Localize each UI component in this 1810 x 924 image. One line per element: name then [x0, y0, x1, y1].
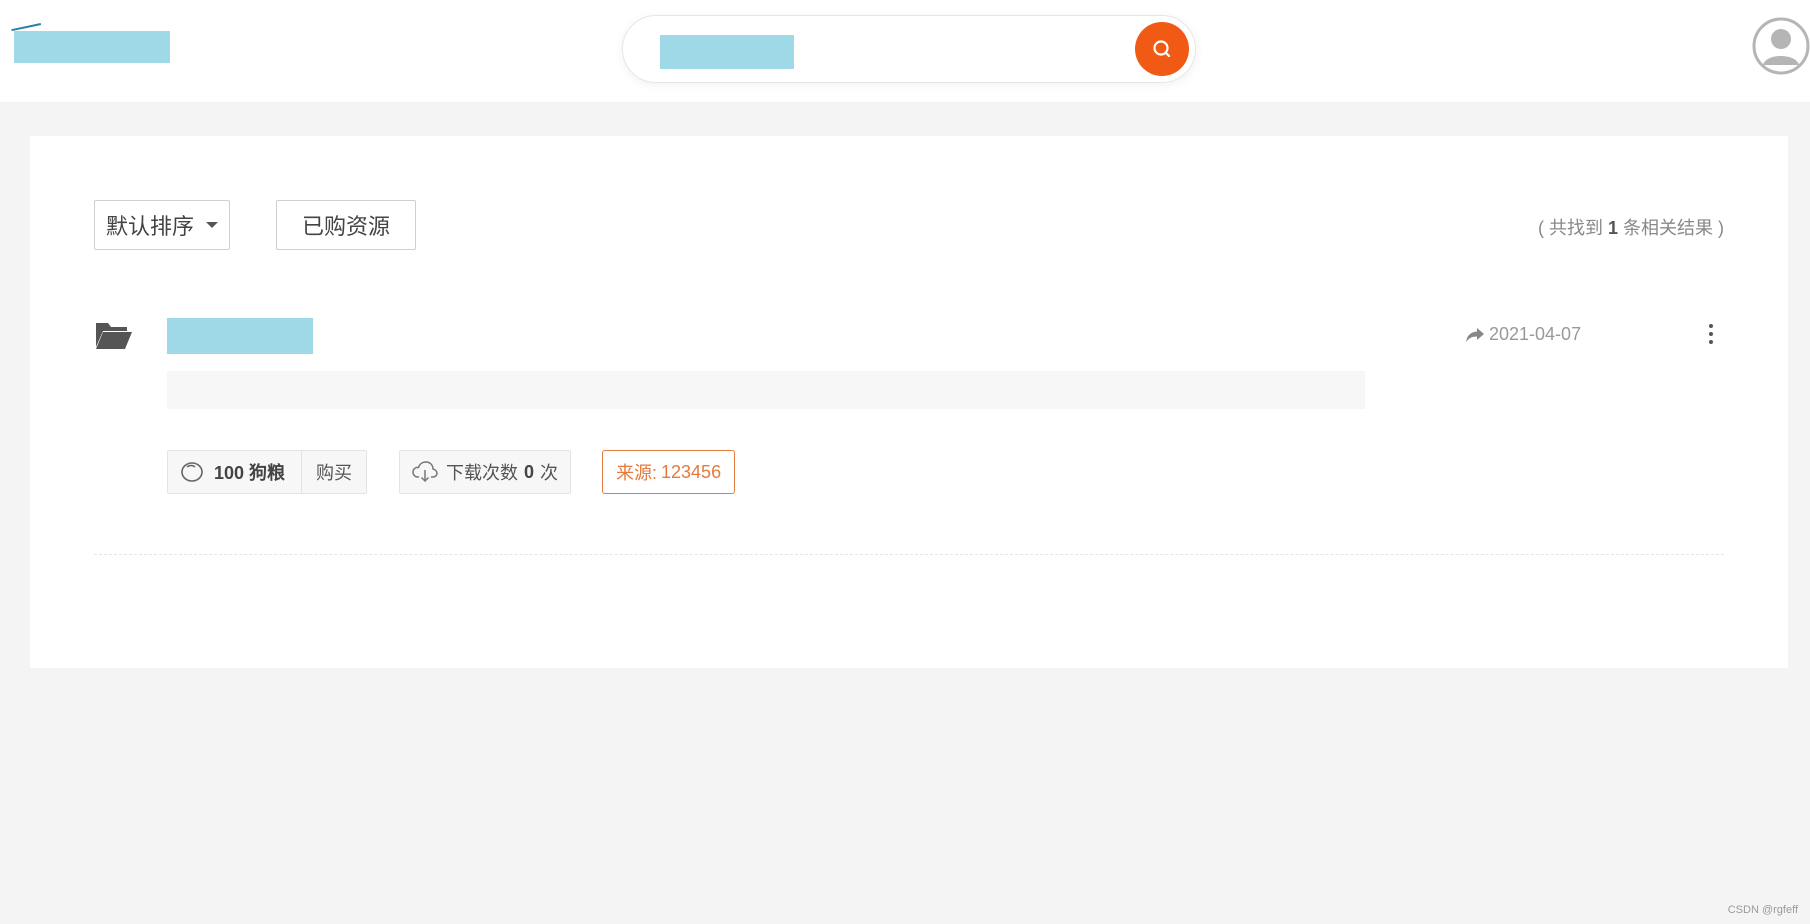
search-button[interactable] [1135, 22, 1189, 76]
download-count: 0 [524, 461, 535, 482]
download-suffix: 次 [540, 463, 559, 483]
share-date: 2021-04-07 [1465, 324, 1581, 345]
buy-button[interactable]: 购买 [301, 451, 366, 493]
search-input-redacted[interactable] [660, 35, 794, 69]
result-suffix: 条相关结果 ) [1623, 218, 1724, 238]
result-prefix: ( 共找到 [1537, 218, 1603, 238]
source-value: 123456 [661, 461, 722, 482]
search-icon [1153, 40, 1171, 58]
search-bar[interactable] [622, 15, 1196, 83]
result-count: 1 [1607, 218, 1618, 238]
source-label: 来源: [616, 463, 658, 483]
results-panel: 默认排序 已购资源 ( 共找到 1 条相关结果 ) 2021-04-07 100… [30, 136, 1788, 668]
resource-date: 2021-04-07 [1489, 324, 1582, 344]
resource-description [167, 371, 1365, 409]
more-options-icon[interactable] [1702, 321, 1720, 347]
coin-icon [181, 462, 203, 482]
cloud-download-icon [412, 461, 438, 483]
source-tag[interactable]: 来源: 123456 [602, 450, 736, 494]
watermark: CSDN @rgfeff [1727, 904, 1798, 916]
download-prefix: 下载次数 [446, 463, 518, 483]
sort-label: 默认排序 [105, 214, 194, 239]
price-info: 100 狗粮 [168, 451, 301, 493]
result-count-text: ( 共找到 1 条相关结果 ) [1538, 214, 1724, 240]
item-divider [94, 554, 1724, 555]
purchased-resources-button[interactable]: 已购资源 [276, 200, 416, 250]
top-bar [0, 0, 1810, 102]
share-icon [1466, 327, 1484, 342]
chevron-down-icon [206, 222, 218, 228]
download-count-tag: 下载次数 0 次 [399, 450, 572, 494]
logo-redacted[interactable] [14, 31, 170, 63]
folder-icon [96, 323, 132, 349]
user-avatar-icon[interactable] [1752, 17, 1810, 75]
purchased-label: 已购资源 [301, 214, 390, 239]
sort-dropdown[interactable]: 默认排序 [94, 200, 230, 250]
price-tag: 100 狗粮 购买 [167, 450, 368, 494]
resource-title-redacted[interactable] [167, 318, 313, 354]
buy-label: 购买 [316, 463, 353, 483]
price-value: 100 狗粮 [214, 463, 286, 483]
